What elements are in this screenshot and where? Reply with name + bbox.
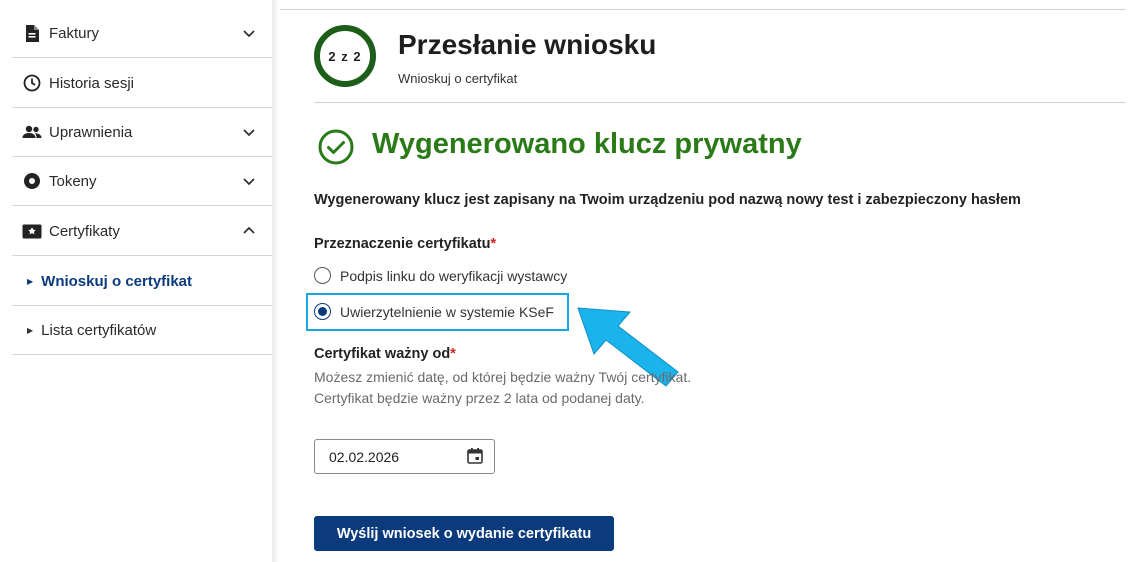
radio-option-label: Uwierzytelnienie w systemie KSeF: [340, 303, 554, 320]
radio-option-label: Podpis linku do weryfikacji wystawcy: [340, 267, 568, 284]
valid-from-label: Certyfikat ważny od*: [314, 346, 456, 362]
info-text: Wygenerowany klucz jest zapisany na Twoi…: [314, 192, 1021, 208]
valid-from-label-text: Certyfikat ważny od: [314, 346, 451, 362]
purpose-label: Przeznaczenie certyfikatu*: [314, 236, 496, 252]
chevron-down-icon: [243, 129, 255, 137]
page-subtitle: Wnioskuj o certyfikat: [398, 71, 518, 86]
purpose-label-text: Przeznaczenie certyfikatu: [314, 236, 491, 252]
sidebar-subitem-label: Lista certyfikatów: [41, 321, 157, 339]
sidebar-subitem-wnioskuj-o-certyfikat[interactable]: ▶ Wnioskuj o certyfikat: [12, 257, 272, 306]
sidebar-item-label: Historia sesji: [49, 74, 135, 92]
document-icon: [22, 23, 42, 43]
radio-option-uwierzytelnienie-ksef[interactable]: Uwierzytelnienie w systemie KSeF: [314, 303, 554, 320]
bullet-icon: ▶: [27, 325, 34, 335]
bullet-icon: ▶: [27, 276, 34, 286]
sidebar-subitem-label: Wnioskuj o certyfikat: [41, 272, 193, 290]
page-title: Przesłanie wniosku: [398, 29, 657, 60]
sidebar-item-faktury[interactable]: Faktury: [12, 9, 272, 58]
users-icon: [22, 122, 42, 142]
date-input[interactable]: 02.02.2026: [314, 439, 495, 474]
sidebar-divider: [272, 0, 280, 562]
sidebar-item-label: Faktury: [49, 24, 100, 42]
sidebar-item-label: Certyfikaty: [49, 222, 120, 240]
sidebar-item-uprawnienia[interactable]: Uprawnienia: [12, 108, 272, 157]
calendar-icon[interactable]: [466, 447, 484, 465]
sidebar-item-historia-sesji[interactable]: Historia sesji: [12, 59, 272, 108]
submit-button[interactable]: Wyślij wniosek o wydanie certyfikatu: [314, 516, 614, 551]
check-circle-icon: [318, 129, 354, 165]
sidebar-item-label: Uprawnienia: [49, 123, 133, 141]
sidebar-subitem-lista-certyfikatow[interactable]: ▶ Lista certyfikatów: [12, 306, 272, 355]
chevron-down-icon: [243, 30, 255, 38]
clock-icon: [22, 73, 42, 93]
sidebar-item-label: Tokeny: [49, 172, 97, 190]
token-icon: [22, 171, 42, 191]
sidebar-item-tokeny[interactable]: Tokeny: [12, 157, 272, 206]
step-indicator: 2 z 2: [314, 25, 376, 87]
page: Faktury Historia sesji Uprawnienia Token…: [0, 0, 1135, 562]
success-title: Wygenerowano klucz prywatny: [372, 128, 802, 160]
sidebar: Faktury Historia sesji Uprawnienia Token…: [0, 0, 272, 562]
radio-option-podpis-linku[interactable]: Podpis linku do weryfikacji wystawcy: [314, 267, 567, 284]
radio-button-checked[interactable]: [314, 303, 331, 320]
step-indicator-text: 2 z 2: [328, 48, 362, 64]
date-input-value: 02.02.2026: [329, 448, 400, 465]
required-mark: *: [450, 346, 456, 362]
certificate-icon: [22, 221, 42, 241]
sidebar-item-certyfikaty[interactable]: Certyfikaty: [12, 207, 272, 256]
valid-from-help: Możesz zmienić datę, od której będzie wa…: [314, 369, 692, 406]
radio-button[interactable]: [314, 267, 331, 284]
chevron-down-icon: [243, 178, 255, 186]
required-mark: *: [490, 236, 497, 252]
header-divider: [314, 102, 1126, 103]
chevron-up-icon: [243, 226, 255, 234]
top-divider: [280, 9, 1126, 10]
